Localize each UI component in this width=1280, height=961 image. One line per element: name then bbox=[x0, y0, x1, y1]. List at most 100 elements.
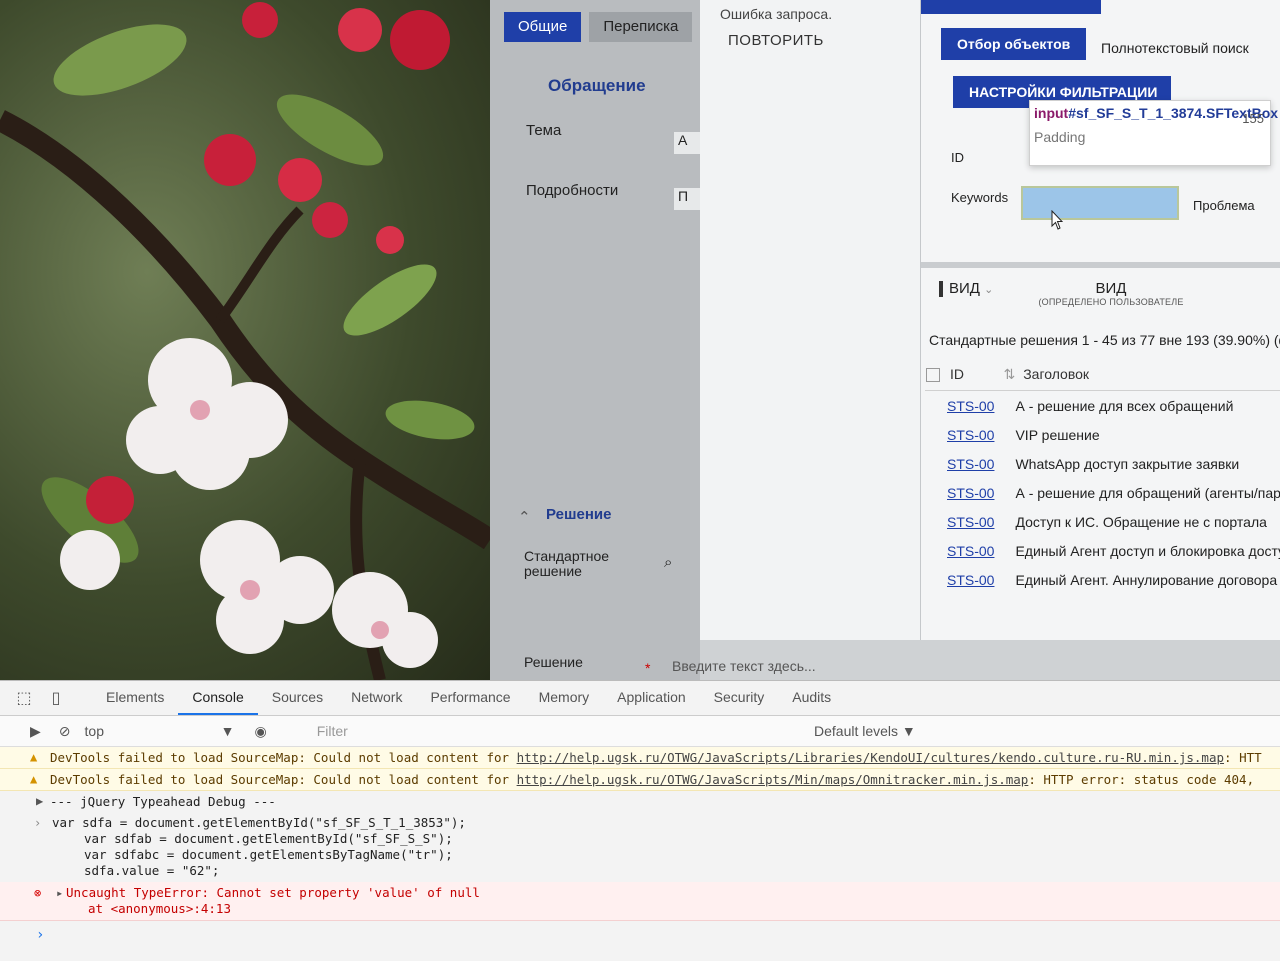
table-row[interactable]: STS-00 WhatsApp доступ закрытие заявки bbox=[925, 449, 1280, 478]
section-solution-heading: Решение bbox=[546, 506, 612, 523]
collapse-chevron-icon[interactable]: ⌃ bbox=[518, 508, 531, 526]
table-row[interactable]: STS-00 А - решение для обращений (агенты/… bbox=[925, 478, 1280, 507]
table-row[interactable]: STS-00 Единый Агент. Аннулирование догово… bbox=[925, 565, 1280, 594]
expand-triangle-icon: ▶ bbox=[36, 794, 44, 808]
header-strip bbox=[921, 0, 1101, 14]
log-levels-dropdown[interactable]: Default levels ▼ bbox=[814, 723, 916, 739]
sourcemap-link-2[interactable]: http://help.ugsk.ru/OTWG/JavaScripts/Min… bbox=[517, 772, 1029, 787]
row-id-link[interactable]: STS-00 bbox=[925, 449, 995, 478]
view-selector-bar: ВИД ⌄ ВИД (ОПРЕДЕЛЕНО ПОЛЬЗОВАТЕЛЕ bbox=[931, 278, 1271, 312]
devtools-tab-application[interactable]: Application bbox=[603, 681, 700, 715]
view-bar-icon bbox=[939, 281, 943, 298]
warning-icon: ▲ bbox=[30, 750, 38, 764]
input-chevron-icon: › bbox=[34, 816, 42, 830]
devtools-tab-network[interactable]: Network bbox=[337, 681, 416, 715]
label-standard-solution: Стандартное решение bbox=[524, 548, 610, 579]
request-form-panel: Общие Переписка Обращение Тема А Подробн… bbox=[490, 0, 700, 680]
error-icon: ⊗ bbox=[34, 886, 42, 900]
clear-console-icon[interactable]: ⊘ bbox=[59, 723, 71, 740]
search-icon[interactable]: ⌕ bbox=[664, 554, 672, 571]
retry-button[interactable]: ПОВТОРИТЬ bbox=[728, 32, 824, 49]
section-divider bbox=[921, 262, 1280, 268]
devtools-panel: ⬚ ▯ Elements Console Sources Network Perform… bbox=[0, 680, 1280, 961]
details-field[interactable]: П bbox=[674, 188, 700, 210]
row-title: А - решение для всех обращений bbox=[1015, 397, 1234, 414]
tooltip-tag: input bbox=[1034, 105, 1069, 121]
row-title: А - решение для обращений (агенты/партн bbox=[1015, 484, 1280, 501]
code-line: var sdfab = document.getElementById("sf_… bbox=[84, 831, 453, 846]
row-id-link[interactable]: STS-00 bbox=[925, 536, 995, 565]
row-title: VIP решение bbox=[1015, 426, 1100, 443]
devtools-tabs: Elements Console Sources Network Performance… bbox=[92, 681, 845, 715]
table-row[interactable]: STS-00 Единый Агент доступ и блокировка д… bbox=[925, 536, 1280, 565]
devtools-tab-performance[interactable]: Performance bbox=[416, 681, 524, 715]
console-group[interactable]: ▶ --- jQuery Typeahead Debug --- bbox=[0, 791, 1280, 812]
device-toolbar-icon[interactable]: ▯ bbox=[42, 688, 70, 708]
console-warning-1: ▲ DevTools failed to load SourceMap: Cou… bbox=[0, 747, 1280, 769]
row-id-link[interactable]: STS-00 bbox=[925, 391, 995, 421]
devtools-tab-memory[interactable]: Memory bbox=[525, 681, 604, 715]
console-toolbar: ▶ ⊘ top ▼ ◉ Filter Default levels ▼ bbox=[0, 716, 1280, 747]
devtools-tab-security[interactable]: Security bbox=[700, 681, 779, 715]
fulltext-search-button[interactable]: Полнотекстовый поиск bbox=[1101, 40, 1249, 56]
topic-field[interactable]: А bbox=[674, 132, 700, 154]
view-dropdown[interactable]: ВИД ⌄ bbox=[939, 280, 993, 298]
mouse-pointer-icon bbox=[1051, 210, 1063, 230]
console-input-code: › var sdfa = document.getElementById("sf… bbox=[0, 812, 1280, 882]
row-title: Единый Агент доступ и блокировка доступа bbox=[1015, 542, 1280, 559]
custom-view-dropdown[interactable]: ВИД (ОПРЕДЕЛЕНО ПОЛЬЗОВАТЕЛЕ bbox=[1031, 280, 1191, 307]
label-keywords: Keywords bbox=[951, 190, 1009, 205]
label-topic: Тема bbox=[526, 122, 562, 139]
label-id: ID bbox=[951, 150, 964, 165]
live-expression-eye-icon[interactable]: ◉ bbox=[255, 723, 267, 740]
column-header-id[interactable]: ID bbox=[925, 358, 996, 391]
custom-view-sublabel: (ОПРЕДЕЛЕНО ПОЛЬЗОВАТЕЛЕ bbox=[1038, 297, 1184, 307]
table-row[interactable]: STS-00 VIP решение bbox=[925, 420, 1280, 449]
tooltip-selector: input#sf_SF_S_T_1_3874.SFTextBox bbox=[1030, 101, 1278, 121]
tab-general[interactable]: Общие bbox=[504, 12, 582, 42]
warning-icon: ▲ bbox=[30, 772, 38, 786]
console-error[interactable]: ⊗ ▸ Uncaught TypeError: Cannot set prope… bbox=[0, 882, 1280, 921]
results-table: ID ⇅ Заголовок STS-00 А - решение для всех… bbox=[925, 358, 1280, 594]
expand-triangle-icon: ▸ bbox=[56, 886, 64, 900]
table-row[interactable]: STS-00 Доступ к ИС. Обращение не с портал… bbox=[925, 507, 1280, 536]
sort-icon: ⇅ bbox=[1003, 365, 1016, 382]
inspect-element-icon[interactable]: ⬚ bbox=[10, 688, 38, 708]
devtools-tab-audits[interactable]: Audits bbox=[778, 681, 845, 715]
console-filter-input[interactable]: Filter bbox=[317, 723, 348, 739]
sourcemap-link-1[interactable]: http://help.ugsk.ru/OTWG/JavaScripts/Lib… bbox=[517, 750, 1224, 765]
error-message: Uncaught TypeError: Cannot set property … bbox=[66, 885, 480, 900]
blossom-branch-illustration bbox=[0, 2, 490, 680]
devtools-tab-elements[interactable]: Elements bbox=[92, 681, 178, 715]
row-title: Единый Агент. Аннулирование договора bbox=[1015, 571, 1278, 588]
keywords-input[interactable] bbox=[1021, 186, 1179, 220]
code-line: sdfa.value = "62"; bbox=[84, 863, 220, 878]
tab-correspondence[interactable]: Переписка bbox=[589, 12, 693, 42]
results-summary: Стандартные решения 1 - 45 из 77 вне 193… bbox=[929, 332, 1280, 348]
context-selector[interactable]: top ▼ bbox=[85, 723, 235, 739]
desktop-wallpaper-photo bbox=[0, 0, 490, 680]
row-id-link[interactable]: STS-00 bbox=[925, 420, 995, 449]
sidebar-toggle-icon[interactable]: ▶ bbox=[30, 723, 41, 740]
object-selection-panel: Отбор объектов Полнотекстовый поиск НАСТ… bbox=[920, 0, 1280, 640]
code-line: var sdfa = document.getElementById("sf_S… bbox=[52, 815, 466, 830]
label-solution: Решение bbox=[524, 654, 583, 670]
devtools-tab-sources[interactable]: Sources bbox=[258, 681, 337, 715]
console-prompt-input[interactable]: › bbox=[36, 927, 44, 943]
devtools-tabbar: ⬚ ▯ Elements Console Sources Network Perform… bbox=[0, 681, 1280, 716]
solution-input[interactable]: Введите текст здесь... bbox=[672, 658, 816, 674]
select-all-checkbox[interactable] bbox=[926, 368, 940, 383]
table-row[interactable]: STS-00 А - решение для всех обращений bbox=[925, 391, 1280, 421]
row-id-link[interactable]: STS-00 bbox=[925, 507, 995, 536]
query-error-message: Ошибка запроса. bbox=[720, 6, 833, 22]
form-tabbar: Общие Переписка bbox=[504, 12, 693, 42]
row-id-link[interactable]: STS-00 bbox=[925, 565, 995, 594]
object-select-button[interactable]: Отбор объектов bbox=[941, 28, 1087, 60]
devtools-tab-console[interactable]: Console bbox=[178, 681, 258, 715]
console-output: ▲ DevTools failed to load SourceMap: Cou… bbox=[0, 747, 1280, 921]
row-id-link[interactable]: STS-00 bbox=[925, 478, 995, 507]
code-line: var sdfabc = document.getElementsByTagNa… bbox=[84, 847, 453, 862]
console-warning-2: ▲ DevTools failed to load SourceMap: Cou… bbox=[0, 769, 1280, 791]
table-header-row: ID ⇅ Заголовок bbox=[925, 358, 1280, 391]
column-header-title[interactable]: ⇅ Заголовок bbox=[995, 358, 1280, 391]
